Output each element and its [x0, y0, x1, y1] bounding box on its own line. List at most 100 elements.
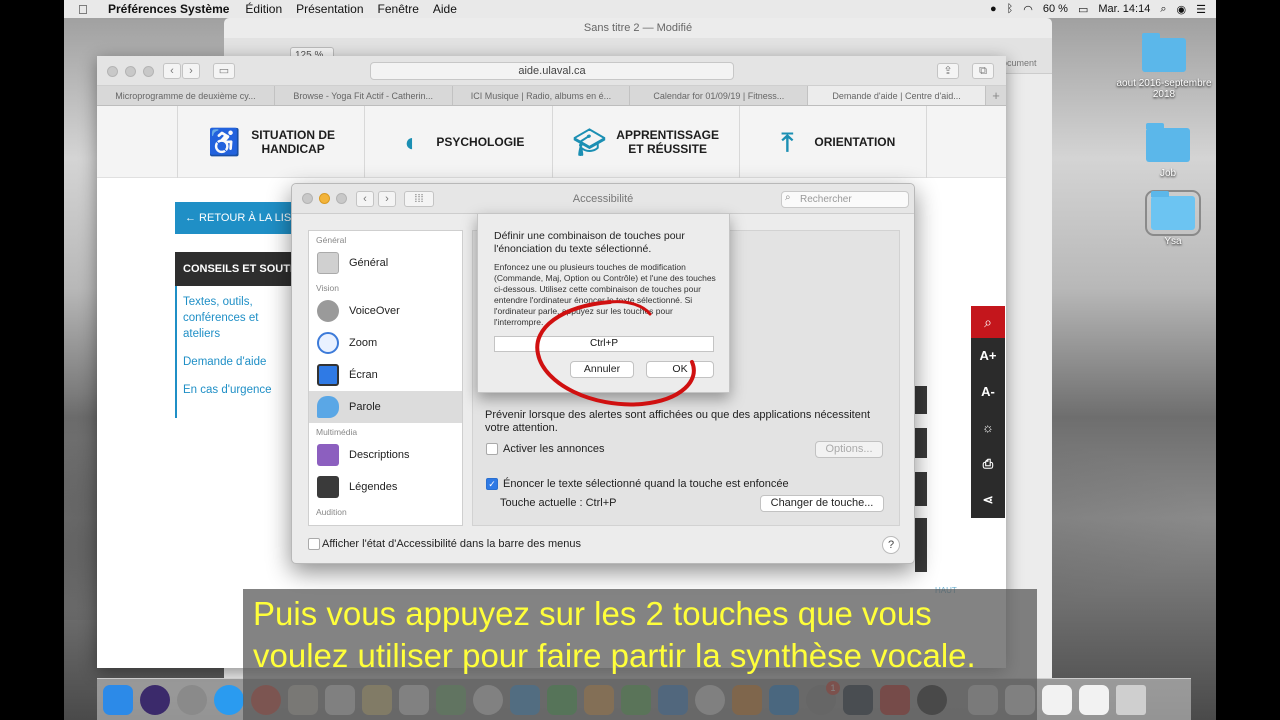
- activer-annonces-checkbox[interactable]: [486, 443, 498, 455]
- minimize-icon[interactable]: [125, 66, 136, 77]
- forward-icon[interactable]: ›: [182, 63, 200, 79]
- battery-icon[interactable]: ▭: [1078, 3, 1088, 16]
- link-urgence[interactable]: En cas d'urgence: [183, 382, 293, 398]
- nav-apprentissage[interactable]: 🎓︎ APPRENTISSAGE ET RÉUSSITE: [551, 106, 739, 178]
- tab-demande-aide[interactable]: Demande d'aide | Centre d'aid...: [808, 86, 986, 105]
- nav-label: SITUATION DE HANDICAP: [251, 128, 336, 156]
- touche-actuelle: Touche actuelle : Ctrl+P: [500, 497, 617, 509]
- contrast-icon[interactable]: ☼: [971, 410, 1005, 446]
- nav-label: ORIENTATION: [814, 135, 896, 149]
- siri-icon[interactable]: [140, 684, 170, 715]
- cancel-button[interactable]: Annuler: [570, 361, 634, 378]
- accessibility-toolbar: ⌕ A+ A- ☼ ⎙ ⋖: [971, 306, 1005, 518]
- bluetooth-icon[interactable]: ᛒ: [1007, 3, 1014, 15]
- activer-annonces-label: Activer les annonces: [503, 443, 605, 455]
- sidebar-item-legendes[interactable]: Légendes: [309, 471, 462, 503]
- menu-presentation[interactable]: Présentation: [296, 2, 363, 16]
- arrows-orientation-icon: ⤒: [781, 127, 794, 157]
- ok-button[interactable]: OK: [646, 361, 714, 378]
- sidebar-item-descriptions[interactable]: Descriptions: [309, 439, 462, 471]
- tab-bar: Microprogramme de deuxième cy... Browse …: [97, 86, 1006, 106]
- desktop-folder-aout[interactable]: aout 2016-septembre 2018: [1114, 33, 1214, 100]
- tab-microprogramme[interactable]: Microprogramme de deuxième cy...: [97, 86, 275, 105]
- changer-touche-button[interactable]: Changer de touche...: [760, 495, 884, 512]
- section-multimedia: Multimédia: [316, 427, 358, 437]
- safari-icon[interactable]: [214, 684, 244, 715]
- sidebar-item-label: Zoom: [349, 337, 378, 349]
- wifi-icon[interactable]: ◠: [1023, 3, 1033, 16]
- menu-fenetre[interactable]: Fenêtre: [378, 2, 419, 16]
- sidebar-item-parole[interactable]: Parole: [309, 391, 462, 423]
- enoncer-checkbox[interactable]: ✓: [486, 478, 498, 490]
- sidebar-item-general[interactable]: Général: [309, 247, 462, 279]
- letterbox-left: [0, 0, 64, 720]
- nav-situation-handicap[interactable]: ♿ SITUATION DE HANDICAP: [177, 106, 364, 178]
- site-header: ♿ SITUATION DE HANDICAP ◖ PSYCHOLOGIE 🎓︎…: [97, 106, 1006, 178]
- spotlight-icon[interactable]: ⌕: [1160, 3, 1166, 16]
- desktop-folder-ysa[interactable]: Ysa: [1123, 190, 1223, 247]
- menu-edition[interactable]: Édition: [245, 2, 282, 16]
- sidebar-item-label: Légendes: [349, 481, 398, 493]
- notification-center-icon[interactable]: ☰: [1196, 3, 1206, 16]
- nav-psychologie[interactable]: ◖ PSYCHOLOGIE: [364, 106, 551, 178]
- sidebar-item-zoom[interactable]: Zoom: [309, 327, 462, 359]
- sidebar-icon[interactable]: ▭: [213, 63, 235, 79]
- share-icon[interactable]: ⋖: [971, 482, 1005, 518]
- menu-extras: ● ᛒ ◠ 60 % ▭ Mar. 14:14 ⌕ ◉ ☰: [980, 0, 1206, 18]
- siri-icon[interactable]: ◉: [1177, 3, 1187, 16]
- trash-icon[interactable]: [1116, 684, 1146, 715]
- sidebar-item-ecran[interactable]: Écran: [309, 359, 462, 391]
- search-icon[interactable]: ⌕: [971, 306, 1005, 338]
- dark-block: [915, 386, 927, 414]
- print-icon[interactable]: ⎙: [971, 446, 1005, 482]
- tabs-overview-icon[interactable]: ⧉: [972, 63, 994, 79]
- section-general: Général: [316, 235, 347, 245]
- record-icon[interactable]: ●: [990, 3, 997, 15]
- apple-menu-icon[interactable]: : [78, 2, 90, 17]
- nav-orientation[interactable]: ⤒ ORIENTATION: [738, 106, 927, 178]
- key-combination-field[interactable]: Ctrl+P: [494, 336, 714, 352]
- sheet-heading: Définir une combinaison de touches pour …: [494, 230, 685, 255]
- url-field[interactable]: aide.ulaval.ca: [370, 62, 734, 80]
- tab-ici-musique[interactable]: ICI Musique | Radio, albums en é...: [453, 86, 631, 105]
- dark-block: [915, 428, 927, 458]
- link-demande-aide[interactable]: Demande d'aide: [183, 354, 293, 370]
- search-input[interactable]: Rechercher: [781, 191, 909, 208]
- site-nav: ♿ SITUATION DE HANDICAP ◖ PSYCHOLOGIE 🎓︎…: [177, 106, 927, 178]
- search-icon: ⌕: [785, 192, 791, 203]
- finder-icon[interactable]: [103, 684, 133, 715]
- dark-block: [915, 518, 927, 572]
- dock-document-thumbnail[interactable]: [1042, 684, 1072, 715]
- sidebar-item-voiceover[interactable]: VoiceOver: [309, 295, 462, 327]
- captions-icon: [317, 476, 339, 498]
- text-smaller-button[interactable]: A-: [971, 374, 1005, 410]
- share-icon[interactable]: ⇪: [937, 63, 959, 79]
- new-tab-icon[interactable]: +: [986, 86, 1006, 105]
- sheet-instructions: Enfoncez une ou plusieurs touches de mod…: [494, 262, 716, 327]
- afficher-etat-checkbox[interactable]: [308, 538, 320, 550]
- back-to-list-button[interactable]: ← RETOUR À LA LIS: [175, 202, 293, 234]
- pages-inspector: [1004, 74, 1052, 678]
- close-icon[interactable]: [107, 66, 118, 77]
- sidebar-item-label: Écran: [349, 369, 378, 381]
- menu-app-name[interactable]: Préférences Système: [108, 2, 229, 16]
- text-bigger-button[interactable]: A+: [971, 338, 1005, 374]
- battery-label[interactable]: 60 %: [1043, 3, 1068, 15]
- letterbox-right: [1216, 0, 1280, 720]
- tab-yoga[interactable]: Browse - Yoga Fit Actif - Catherin...: [275, 86, 453, 105]
- dark-block: [915, 472, 927, 506]
- launchpad-icon[interactable]: [177, 684, 207, 715]
- dock-document-thumbnail[interactable]: [1079, 684, 1109, 715]
- zoom-window-icon[interactable]: [143, 66, 154, 77]
- clock[interactable]: Mar. 14:14: [1098, 3, 1150, 15]
- options-button[interactable]: Options...: [815, 441, 883, 458]
- help-button[interactable]: ?: [882, 536, 900, 554]
- accessibility-person-icon: ♿: [208, 127, 241, 157]
- tab-calendar[interactable]: Calendar for 01/09/19 | Fitness...: [630, 86, 809, 105]
- back-icon[interactable]: ‹: [163, 63, 181, 79]
- menu-aide[interactable]: Aide: [433, 2, 457, 16]
- desktop-folder-job[interactable]: Job: [1118, 123, 1218, 179]
- folder-label: aout 2016-septembre 2018: [1116, 78, 1212, 100]
- sidebar-item-label: Général: [349, 257, 389, 269]
- link-textes-outils[interactable]: Textes, outils, conférences et ateliers: [183, 294, 293, 342]
